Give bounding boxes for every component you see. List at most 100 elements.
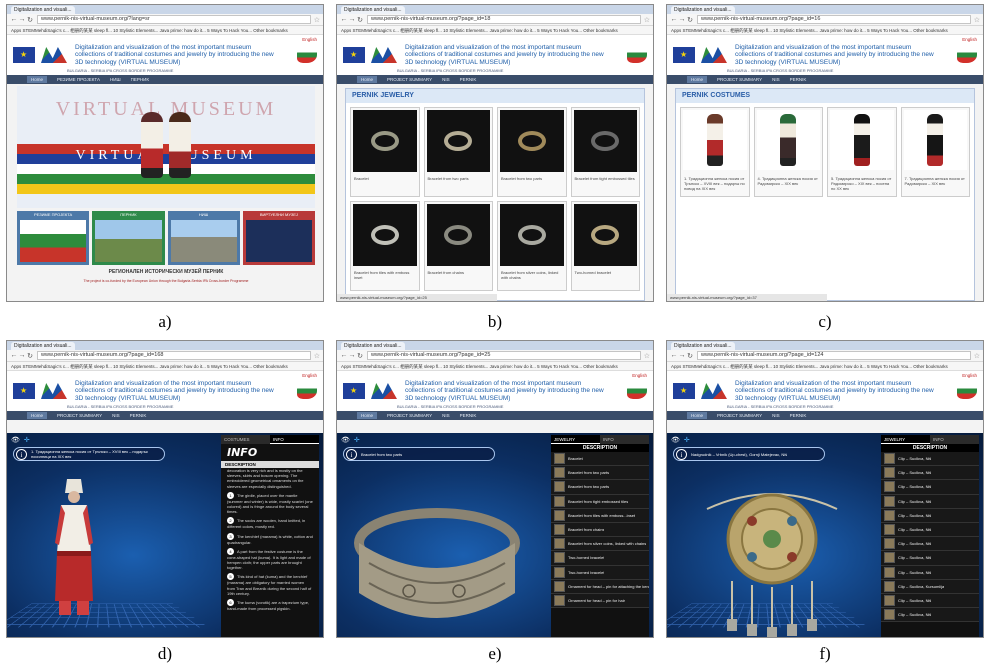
list-item[interactable]: Two-horned bracelet <box>551 565 649 580</box>
nav-pernik[interactable]: PERNIK <box>460 413 477 418</box>
nav-nis[interactable]: NIS <box>112 413 120 418</box>
browser-tab[interactable]: Digitalization and visuali... <box>11 342 75 350</box>
bookmark-star-icon[interactable]: ☆ <box>314 16 320 24</box>
list-item[interactable]: Bracelet from chains <box>551 522 649 538</box>
list-item[interactable]: Bracelet from tiles with emboss...inset <box>551 508 649 523</box>
nav-project-summary[interactable]: PROJECT SUMMARY <box>387 413 432 418</box>
back-icon[interactable]: ← <box>10 352 18 359</box>
jewelry-thumb[interactable]: Two-horned bracelet <box>570 201 640 291</box>
jewelry-thumb[interactable]: Bracelet from silver coins, linked with … <box>497 201 567 291</box>
url-input[interactable]: www.pernik-nis-virtual-museum.org/?lang=… <box>37 15 311 24</box>
view-eye-icon[interactable]: 👁 <box>671 437 680 444</box>
forward-icon[interactable]: → <box>18 16 26 23</box>
url-input[interactable]: www.pernik-nis-virtual-museum.org/?page_… <box>37 351 311 360</box>
language-switch[interactable]: English <box>962 373 977 378</box>
back-icon[interactable]: ← <box>340 16 348 23</box>
nav-home[interactable]: Home <box>357 76 378 83</box>
tile-virtual-museum[interactable]: ВИРТУЕЛНИ МУЗЕЈ <box>242 211 315 265</box>
list-item[interactable]: Two-horned bracelet <box>551 551 649 566</box>
info-pill[interactable]: i 1. Традиционна женска носия от Трънско … <box>13 447 165 461</box>
nav-nis[interactable]: NIS <box>772 77 780 82</box>
tab-jewelry[interactable]: JEWELRY <box>881 435 930 444</box>
nav-project-summary[interactable]: PROJECT SUMMARY <box>717 413 762 418</box>
tab-info[interactable]: INFO <box>930 435 979 444</box>
list-item[interactable]: Ornament for head – pin for hair <box>551 593 649 609</box>
3d-viewer[interactable]: 👁 ✛ i Bracelet from two parts JEWELRY INFO… <box>337 433 653 637</box>
back-icon[interactable]: ← <box>670 352 678 359</box>
list-item[interactable]: Clip – Suclkva, Niš <box>881 593 979 609</box>
jewelry-thumb[interactable]: Bracelet from tight embossed tiles <box>570 107 640 197</box>
view-eye-icon[interactable]: 👁 <box>341 437 350 444</box>
browser-tab[interactable]: Digitalization and visuali... <box>671 6 735 14</box>
nav-pernik[interactable]: PERNIK <box>460 77 477 82</box>
tab-jewelry[interactable]: JEWELRY <box>551 435 600 444</box>
url-input[interactable]: www.pernik-nis-virtual-museum.org/?page_… <box>697 15 971 24</box>
jewelry-thumb[interactable]: Bracelet <box>350 107 420 197</box>
list-item[interactable]: Clip – Suclkva, Niš <box>881 537 979 552</box>
list-item[interactable]: Clip – Suclkva, Niš <box>881 480 979 495</box>
nav-project-summary[interactable]: PROJECT SUMMARY <box>57 413 102 418</box>
bookmark-star-icon[interactable]: ☆ <box>314 352 320 360</box>
forward-icon[interactable]: → <box>348 352 356 359</box>
bookmarks-bar[interactable]: Apps STEMMehdiSagic's c... 相册的某某 sleep f… <box>337 26 653 35</box>
bookmark-star-icon[interactable]: ☆ <box>974 16 980 24</box>
bookmarks-bar[interactable]: Apps STEMMehdiSagic's c... 相册的某某 sleep f… <box>7 362 323 371</box>
browser-tab[interactable]: Digitalization and visuali... <box>11 6 75 14</box>
list-item[interactable]: Bracelet from two parts <box>551 466 649 481</box>
nav-nis[interactable]: NIS <box>442 413 450 418</box>
nav-pernik[interactable]: PERNIK <box>130 413 147 418</box>
list-item[interactable]: Ornament for head – pin for attaching th… <box>551 579 649 594</box>
url-input[interactable]: www.pernik-nis-virtual-museum.org/?page_… <box>367 15 641 24</box>
nav-home[interactable]: Home <box>687 76 708 83</box>
nav-pernik[interactable]: PERNIK <box>790 413 807 418</box>
browser-tab[interactable]: Digitalization and visuali... <box>671 342 735 350</box>
info-pill[interactable]: i Bracelet from two parts <box>343 447 495 461</box>
reload-icon[interactable]: ↻ <box>686 352 694 360</box>
list-item[interactable]: Bracelet <box>551 452 649 467</box>
move-icon[interactable]: ✛ <box>684 437 690 444</box>
tile-pernik[interactable]: ПЕРНИК <box>92 211 165 265</box>
list-item[interactable]: Clip – Suclkva, Niš <box>881 452 979 467</box>
nav-home[interactable]: Home <box>27 76 48 83</box>
nav-nis[interactable]: НИШ <box>110 77 121 82</box>
list-item[interactable]: Clip – Suclkva, Kursumlija <box>881 579 979 594</box>
bookmark-star-icon[interactable]: ☆ <box>974 352 980 360</box>
list-item[interactable]: Bracelet from silver coins, linked with … <box>551 537 649 552</box>
nav-project-summary[interactable]: PROJECT SUMMARY <box>717 77 762 82</box>
tab-info[interactable]: INFO <box>600 435 649 444</box>
list-item[interactable]: Clip – Suclkva, Niš <box>881 466 979 481</box>
reload-icon[interactable]: ↻ <box>356 352 364 360</box>
reload-icon[interactable]: ↻ <box>26 352 34 360</box>
info-pill[interactable]: i Nadgrudnik – Vrbnik (Up-chest), Gornji … <box>673 447 825 461</box>
3d-viewer[interactable]: 👁 ✛ i 1. Традиционна женска носия от Трънс… <box>7 433 323 637</box>
url-input[interactable]: www.pernik-nis-virtual-museum.org/?page_… <box>367 351 641 360</box>
costume-thumb[interactable]: 1. Традиционна женска носия от Трънско –… <box>680 107 750 197</box>
browser-tab[interactable]: Digitalization and visuali... <box>341 6 405 14</box>
jewelry-thumb[interactable]: Bracelet from two parts <box>423 107 493 197</box>
bookmark-star-icon[interactable]: ☆ <box>644 352 650 360</box>
language-switch[interactable]: English <box>302 37 317 42</box>
nav-project-summary[interactable]: РЕЗИМЕ ПРОЈЕКТА <box>57 77 100 82</box>
forward-icon[interactable]: → <box>678 352 686 359</box>
language-switch[interactable]: English <box>962 37 977 42</box>
costume-thumb[interactable]: 7. Традиционна женска носия от Радомирск… <box>900 107 970 197</box>
reload-icon[interactable]: ↻ <box>356 16 364 24</box>
forward-icon[interactable]: → <box>348 16 356 23</box>
list-item[interactable]: Clip – Suclkva, Niš <box>881 551 979 566</box>
bookmarks-bar[interactable]: Apps STEMMehdiSagic's c... 相册的某某 sleep f… <box>337 362 653 371</box>
tile-project-summary[interactable]: РЕЗИМЕ ПРОЈЕКТА <box>17 211 90 265</box>
costume-thumb[interactable]: 5. Традиционна женска носия от Радомирск… <box>827 107 897 197</box>
list-item[interactable]: Clip – Suclkva, Niš <box>881 565 979 580</box>
back-icon[interactable]: ← <box>340 352 348 359</box>
list-item[interactable]: Bracelet from tight embossed tiles <box>551 494 649 509</box>
tab-info[interactable]: INFO <box>270 435 319 444</box>
reload-icon[interactable]: ↻ <box>26 16 34 24</box>
list-item[interactable]: Clip – Suclkva, Niš <box>881 494 979 509</box>
list-item[interactable]: Clip – Suclkva, Niš <box>881 608 979 623</box>
tab-costumes[interactable]: COSTUMES <box>221 435 270 444</box>
nav-home[interactable]: Home <box>687 412 708 419</box>
back-icon[interactable]: ← <box>670 16 678 23</box>
jewelry-thumb[interactable]: Bracelet from chains <box>423 201 493 291</box>
nav-pernik[interactable]: ПЕРНИК <box>131 77 149 82</box>
url-input[interactable]: www.pernik-nis-virtual-museum.org/?page_… <box>697 351 971 360</box>
